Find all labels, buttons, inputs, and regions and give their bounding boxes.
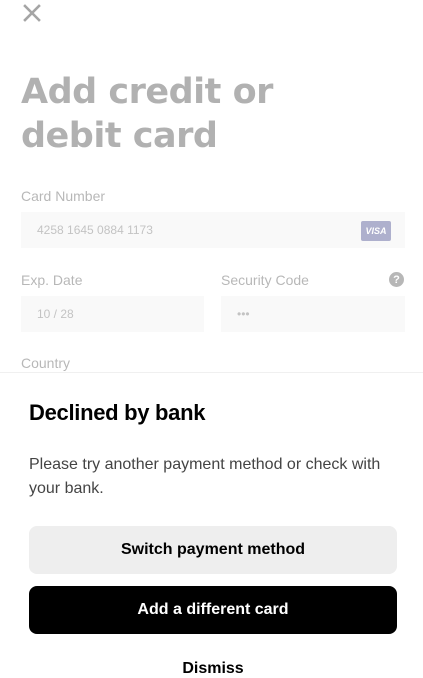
- card-number-value: 4258 1645 0884 1173: [37, 223, 153, 237]
- card-number-field[interactable]: 4258 1645 0884 1173 VISA: [21, 212, 405, 248]
- exp-date-value: 10 / 28: [37, 307, 74, 321]
- add-different-card-button[interactable]: Add a different card: [29, 586, 397, 634]
- close-icon: [23, 4, 41, 22]
- security-code-label: Security Code: [221, 272, 309, 288]
- dialog-title: Declined by bank: [29, 400, 206, 425]
- page-title: Add credit or debit card: [21, 72, 273, 156]
- close-button[interactable]: [21, 2, 43, 24]
- country-label: Country: [21, 355, 71, 371]
- visa-card-icon: VISA: [361, 221, 391, 241]
- card-number-label: Card Number: [21, 188, 106, 204]
- security-code-field[interactable]: •••: [221, 296, 405, 332]
- security-code-value: •••: [237, 307, 250, 321]
- dismiss-button[interactable]: Dismiss: [29, 649, 397, 678]
- exp-date-label: Exp. Date: [21, 272, 83, 288]
- dialog-message: Please try another payment method or che…: [29, 456, 381, 497]
- exp-date-field[interactable]: 10 / 28: [21, 296, 204, 332]
- declined-dialog: Declined by bank Please try another paym…: [0, 372, 423, 678]
- add-card-form: Add credit or debit card Card Number 425…: [0, 0, 423, 372]
- switch-payment-method-button[interactable]: Switch payment method: [29, 526, 397, 574]
- help-icon[interactable]: ?: [389, 272, 404, 287]
